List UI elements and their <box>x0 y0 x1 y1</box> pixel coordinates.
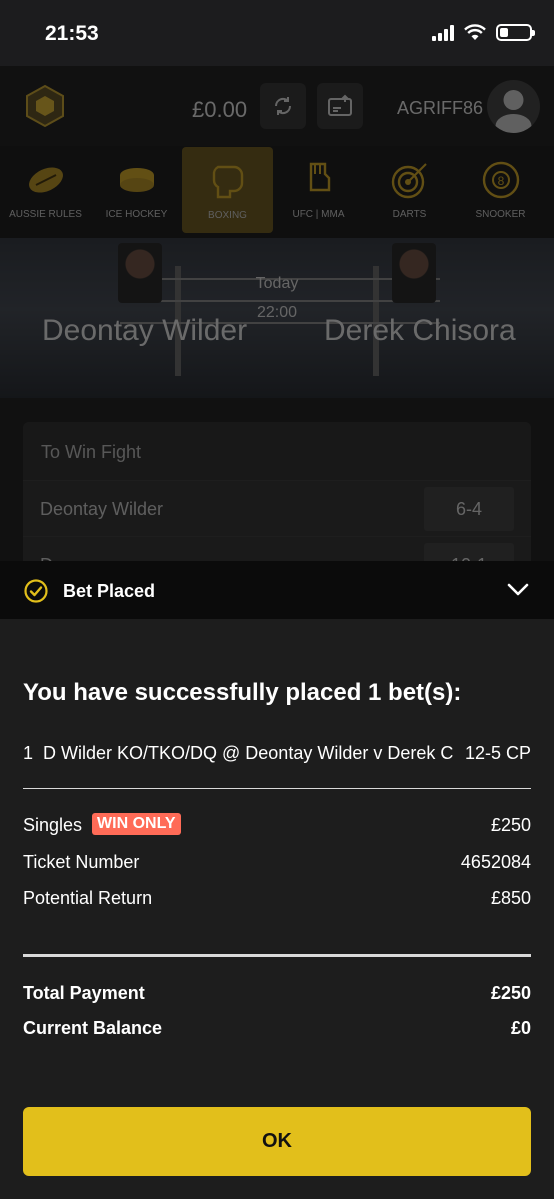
sport-tab-ice-hockey[interactable]: ICE HOCKEY <box>91 146 182 232</box>
status-icons <box>432 24 535 41</box>
sport-label: ICE HOCKEY <box>105 209 168 220</box>
win-only-badge: WIN ONLY <box>92 813 181 836</box>
fighter-2-photo <box>392 243 436 303</box>
puck-icon <box>116 159 158 201</box>
event-day: Today <box>255 275 299 292</box>
sport-tab-boxing[interactable]: BOXING <box>182 147 273 233</box>
wifi-icon <box>464 24 486 40</box>
sports-nav: AUSSIE RULES ICE HOCKEY BOXING UFC | MMA… <box>0 146 554 238</box>
singles-value: £250 <box>490 815 531 835</box>
boxing-glove-icon <box>207 160 249 202</box>
chevron-down-icon[interactable] <box>507 581 529 597</box>
refresh-button[interactable] <box>260 83 306 129</box>
status-time: 21:53 <box>45 22 99 45</box>
fighter-1-photo <box>118 243 162 303</box>
singles-label: Singles <box>23 815 83 835</box>
potential-return-label: Potential Return <box>23 888 153 908</box>
bet-slip-icon <box>328 94 352 116</box>
event-hero[interactable]: Deontay Wilder Derek Chisora Today 22:00 <box>0 238 554 398</box>
market-card: To Win Fight Deontay Wilder 6-4 Draw 10-… <box>23 422 531 582</box>
check-circle-icon <box>24 579 48 603</box>
refresh-icon <box>274 97 292 115</box>
mma-glove-icon <box>298 159 340 201</box>
sport-label: BOXING <box>208 210 247 221</box>
market-row: Deontay Wilder 6-4 <box>23 480 531 536</box>
bet-selection: D Wilder KO/TKO/DQ @ Deontay Wilder v De… <box>43 743 454 763</box>
sport-tab-darts[interactable]: DARTS <box>364 146 455 232</box>
singles-label-group: Singles WIN ONLY <box>23 813 181 837</box>
selection-name: Deontay Wilder <box>40 499 164 519</box>
bet-history-button[interactable] <box>317 83 363 129</box>
divider-thick <box>23 954 531 957</box>
app-header: £0.00 AGRIFF86 <box>0 66 554 146</box>
bet-placed-title: Bet Placed <box>63 581 156 601</box>
success-message: You have successfully placed 1 bet(s): <box>23 679 462 706</box>
sport-tab-snooker[interactable]: 8 SNOOKER <box>455 146 546 232</box>
total-payment-value: £250 <box>490 983 531 1003</box>
bet-odds: 12-5 CP <box>464 743 531 763</box>
sport-tab-ufc-mma[interactable]: UFC | MMA <box>273 146 364 232</box>
event-time: 22:00 <box>256 304 298 321</box>
current-balance-label: Current Balance <box>23 1018 163 1038</box>
app-background: £0.00 AGRIFF86 AUSSIE RULES ICE HOCKEY B… <box>0 66 554 582</box>
football-icon <box>25 159 67 201</box>
sport-label: UFC | MMA <box>292 209 345 220</box>
divider <box>23 788 531 789</box>
current-balance-value: £0 <box>510 1018 531 1038</box>
bet-receipt-panel: You have successfully placed 1 bet(s): 1… <box>0 619 554 1199</box>
sport-label: SNOOKER <box>475 209 526 220</box>
sport-label: DARTS <box>392 209 427 220</box>
potential-return-value: £850 <box>490 888 531 908</box>
ok-button[interactable]: OK <box>23 1107 531 1176</box>
eight-ball-icon: 8 <box>480 159 522 201</box>
sport-tab-aussie-rules[interactable]: AUSSIE RULES <box>0 146 91 232</box>
cellular-signal-icon <box>432 24 454 41</box>
ticket-number-label: Ticket Number <box>23 852 140 872</box>
brand-logo-icon[interactable] <box>24 84 66 128</box>
account-balance: £0.00 <box>192 97 248 122</box>
market-title: To Win Fight <box>23 422 531 480</box>
total-payment-label: Total Payment <box>23 983 145 1003</box>
bet-index: 1 <box>23 743 34 763</box>
username[interactable]: AGRIFF86 <box>397 98 483 119</box>
avatar[interactable] <box>487 80 540 133</box>
battery-icon <box>496 24 535 41</box>
status-bar: 21:53 <box>0 0 554 66</box>
user-icon <box>495 90 532 133</box>
odds-button[interactable]: 6-4 <box>424 487 514 531</box>
ticket-number-value: 4652084 <box>460 852 531 872</box>
dartboard-icon <box>389 159 431 201</box>
bet-placed-header[interactable]: Bet Placed <box>0 561 554 619</box>
sport-label: AUSSIE RULES <box>9 209 82 220</box>
svg-text:8: 8 <box>497 174 504 188</box>
